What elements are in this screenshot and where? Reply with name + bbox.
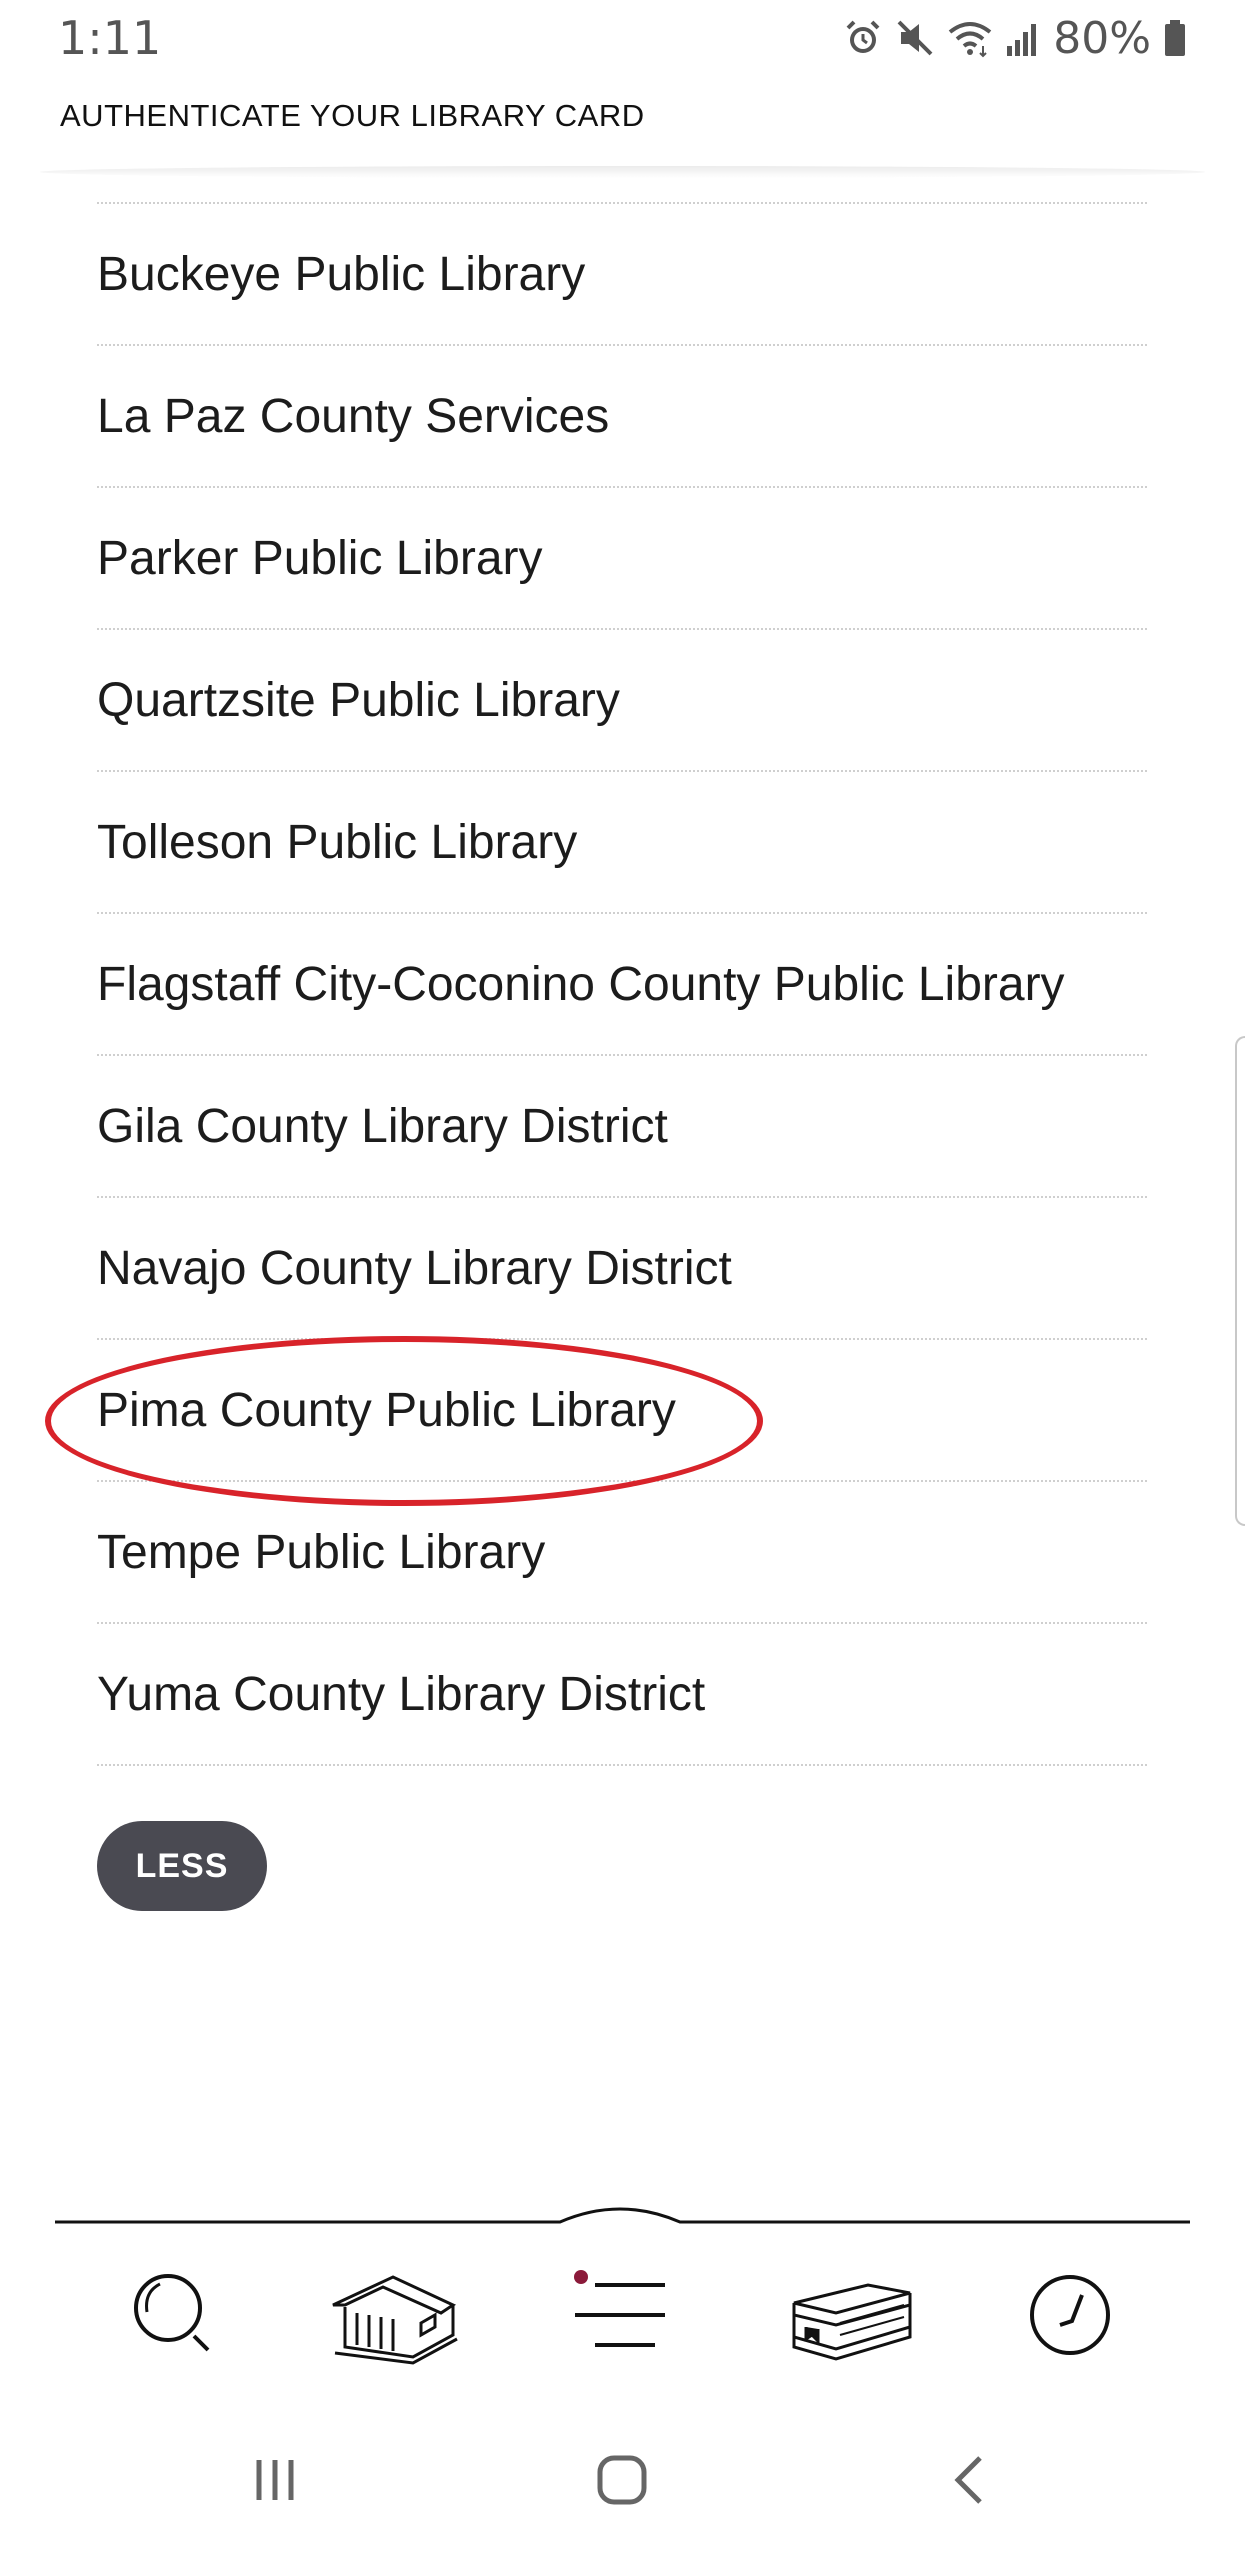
nav-shelf-button[interactable] (775, 2240, 925, 2390)
recent-apps-icon (256, 2460, 294, 2500)
library-item[interactable]: La Paz County Services (97, 346, 1147, 488)
less-button[interactable]: LESS (97, 1821, 267, 1911)
battery-percentage: 80% (1053, 12, 1151, 64)
nav-search-button[interactable] (100, 2240, 250, 2390)
search-icon (134, 2274, 210, 2352)
menu-icon (574, 2270, 665, 2347)
library-item[interactable]: Parker Public Library (97, 488, 1147, 630)
library-list: Buckeye Public Library La Paz County Ser… (97, 202, 1147, 1766)
status-bar: 1:11 80% (0, 0, 1245, 78)
library-item[interactable]: Flagstaff City-Coconino County Public Li… (97, 914, 1147, 1056)
library-item[interactable]: Tolleson Public Library (97, 772, 1147, 914)
library-item[interactable]: Quartzsite Public Library (97, 630, 1147, 772)
bottom-navigation (0, 2200, 1245, 2400)
nav-history-button[interactable] (995, 2240, 1145, 2390)
signal-icon (1007, 24, 1037, 56)
home-button[interactable] (562, 2430, 682, 2530)
bottom-nav-divider (55, 2207, 1190, 2224)
header-shadow (40, 166, 1205, 178)
back-icon (954, 2456, 982, 2504)
active-indicator-dot (574, 2270, 588, 2284)
page-header: AUTHENTICATE YOUR LIBRARY CARD (0, 78, 1245, 170)
library-item[interactable]: Yuma County Library District (97, 1624, 1147, 1766)
nav-menu-button[interactable] (540, 2240, 690, 2390)
nav-libraries-button[interactable] (318, 2240, 468, 2390)
library-icon (332, 2275, 458, 2365)
scroll-handle[interactable] (1235, 1036, 1245, 1526)
library-item-pima[interactable]: Pima County Public Library (97, 1340, 1147, 1482)
wifi-icon (948, 22, 992, 58)
library-item[interactable]: Tempe Public Library (97, 1482, 1147, 1624)
recent-apps-button[interactable] (215, 2430, 335, 2530)
status-icons: 80% (843, 8, 1187, 68)
library-item[interactable]: Buckeye Public Library (97, 204, 1147, 346)
back-button[interactable] (910, 2430, 1030, 2530)
battery-icon (1165, 20, 1185, 56)
alarm-icon (846, 20, 880, 53)
home-icon (597, 2455, 647, 2505)
system-navigation (0, 2420, 1245, 2560)
status-time: 1:11 (58, 11, 162, 65)
shelf-icon (792, 2283, 912, 2361)
page-title: AUTHENTICATE YOUR LIBRARY CARD (60, 98, 645, 133)
clock-icon (1030, 2275, 1110, 2355)
library-item[interactable]: Navajo County Library District (97, 1198, 1147, 1340)
mute-icon (897, 20, 933, 56)
library-item[interactable]: Gila County Library District (97, 1056, 1147, 1198)
